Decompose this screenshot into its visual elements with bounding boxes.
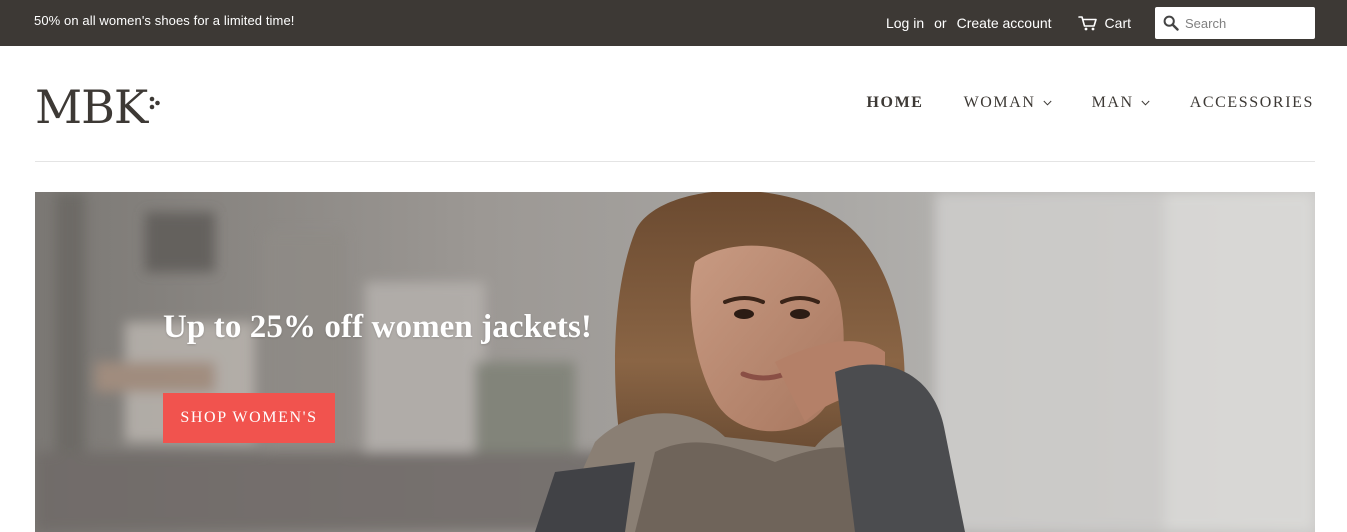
- search-icon[interactable]: [1163, 15, 1179, 31]
- nav-item-label: ACCESSORIES: [1189, 94, 1314, 111]
- cart-label: Cart: [1104, 15, 1131, 31]
- top-links: Log in or Create account Cart: [886, 0, 1315, 46]
- cart-link[interactable]: Cart: [1077, 15, 1131, 31]
- nav-item-woman[interactable]: WOMAN: [964, 94, 1052, 112]
- logo-text: MBK: [35, 80, 148, 134]
- chevron-down-icon: [1043, 100, 1052, 106]
- search-box[interactable]: [1155, 7, 1315, 39]
- hero-heading: Up to 25% off women jackets!: [163, 309, 592, 345]
- nav-item-label: MAN: [1091, 94, 1134, 111]
- nav-item-home[interactable]: HOME: [866, 94, 923, 112]
- or-text: or: [934, 15, 947, 31]
- logo-dots-icon: [149, 96, 161, 110]
- site-logo[interactable]: MBK: [35, 80, 161, 134]
- cart-icon: [1077, 15, 1098, 31]
- nav-item-label: WOMAN: [963, 94, 1036, 111]
- create-account-link[interactable]: Create account: [957, 15, 1052, 31]
- site-header: MBK HOME WOMAN MAN ACCESSORIES: [0, 46, 1347, 161]
- hero-banner[interactable]: Up to 25% off women jackets! SHOP WOMEN'…: [35, 192, 1315, 532]
- shop-womens-button[interactable]: SHOP WOMEN'S: [163, 393, 335, 443]
- main-nav: HOME WOMAN MAN ACCESSORIES: [866, 94, 1314, 112]
- hero-image: [35, 192, 1315, 532]
- nav-item-man[interactable]: MAN: [1092, 94, 1150, 112]
- announcement-text: 50% on all women's shoes for a limited t…: [34, 13, 295, 28]
- nav-item-accessories[interactable]: ACCESSORIES: [1190, 94, 1314, 112]
- nav-item-label: HOME: [866, 94, 924, 111]
- login-link[interactable]: Log in: [886, 15, 924, 31]
- announcement-bar: 50% on all women's shoes for a limited t…: [0, 0, 1347, 46]
- header-divider: [35, 161, 1315, 162]
- search-input[interactable]: [1185, 10, 1303, 36]
- chevron-down-icon: [1141, 100, 1150, 106]
